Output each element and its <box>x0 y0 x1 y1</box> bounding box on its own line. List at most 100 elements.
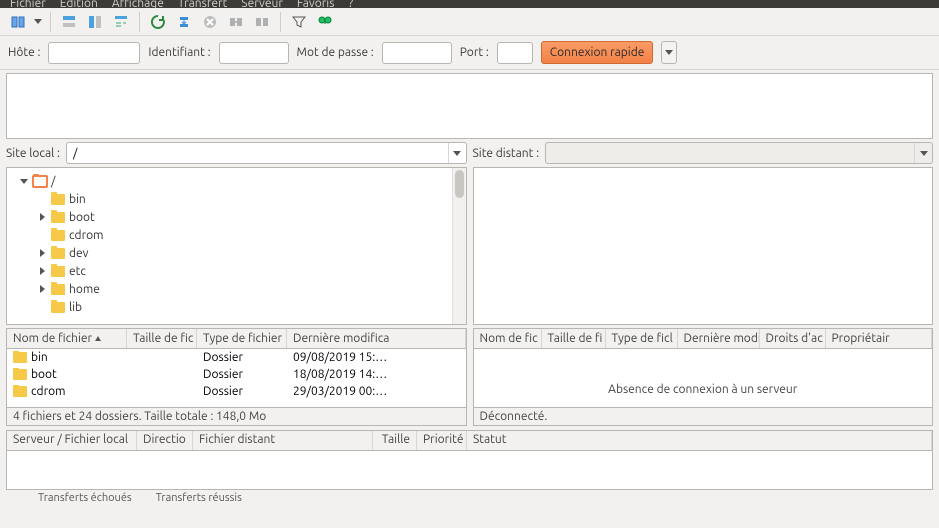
local-list-header[interactable]: Nom de fichier Taille de fic Type de fic… <box>6 328 467 348</box>
tree-item[interactable]: boot <box>13 208 460 226</box>
tree-panes: / binbootcdromdev etc home lib <box>6 167 933 325</box>
menu-item[interactable]: Favoris <box>297 0 335 8</box>
quickconnect-history-dropdown[interactable] <box>661 41 677 64</box>
col-type[interactable]: Type de fichier <box>197 329 287 348</box>
list-row[interactable]: binDossier09/08/2019 15:… <box>7 349 466 366</box>
col-name[interactable]: Nom de fichier <box>7 329 127 348</box>
tree-item[interactable]: home <box>13 280 460 298</box>
remote-path-combo <box>545 142 933 164</box>
list-row[interactable]: bootDossier18/08/2019 14:… <box>7 366 466 383</box>
local-path-dropdown[interactable] <box>448 143 466 163</box>
folder-icon <box>51 302 65 313</box>
cell-date: 18/08/2019 14:… <box>287 368 466 381</box>
queue-tab-failed[interactable]: Transferts échoués <box>30 492 140 506</box>
expand-icon[interactable] <box>37 302 47 312</box>
tree-item[interactable]: lib <box>13 298 460 316</box>
scrollbar[interactable] <box>452 168 466 324</box>
queue-body[interactable] <box>6 450 933 490</box>
queue-col-size[interactable]: Taille <box>373 431 417 450</box>
expand-icon[interactable] <box>37 266 47 276</box>
host-input[interactable] <box>48 42 140 64</box>
col-size[interactable]: Taille de fic <box>127 329 197 348</box>
local-site-label: Site local : <box>6 147 60 160</box>
expand-icon[interactable] <box>37 194 47 204</box>
site-manager-button[interactable] <box>6 10 30 34</box>
expand-icon[interactable] <box>37 284 47 294</box>
tree-item-label: / <box>51 175 55 188</box>
local-tree-pane[interactable]: / binbootcdromdev etc home lib <box>6 167 467 325</box>
remote-tree-pane[interactable] <box>473 167 934 325</box>
tree-item[interactable]: etc <box>13 262 460 280</box>
expand-icon[interactable] <box>37 230 47 240</box>
user-label: Identifiant : <box>148 46 210 59</box>
queue-tab-queued[interactable] <box>6 492 22 506</box>
col-type[interactable]: Type de ficl <box>606 329 678 348</box>
tree-item[interactable]: bin <box>13 190 460 208</box>
menu-item[interactable]: Serveur <box>241 0 283 8</box>
user-input[interactable] <box>219 42 289 64</box>
menu-item[interactable]: Fichier <box>10 0 46 8</box>
remote-list-header[interactable]: Nom de fic Taille de fi Type de ficl Der… <box>473 328 934 348</box>
site-manager-dropdown[interactable] <box>32 10 44 34</box>
disconnect-button[interactable] <box>224 10 248 34</box>
col-name[interactable]: Nom de fic <box>474 329 542 348</box>
host-label: Hôte : <box>8 46 40 59</box>
port-input[interactable] <box>497 42 533 64</box>
queue-tab-ok[interactable]: Transferts réussis <box>148 492 250 506</box>
menu-item[interactable]: Édition <box>60 0 98 8</box>
refresh-button[interactable] <box>146 10 170 34</box>
remote-site-label: Site distant : <box>473 147 540 160</box>
folder-icon <box>13 369 27 380</box>
queue-col-local[interactable]: Serveur / Fichier local <box>7 431 137 450</box>
local-path-combo[interactable] <box>66 142 467 164</box>
local-list-body[interactable]: binDossier09/08/2019 15:…bootDossier18/0… <box>6 348 467 408</box>
expand-icon[interactable] <box>37 248 47 258</box>
process-queue-button[interactable] <box>172 10 196 34</box>
scrollbar-thumb[interactable] <box>455 170 464 198</box>
local-path-input[interactable] <box>67 143 448 163</box>
local-file-list: Nom de fichier Taille de fic Type de fic… <box>6 328 467 426</box>
remote-list-body[interactable]: Absence de connexion à un serveur <box>473 348 934 408</box>
tree-item-label: etc <box>69 265 86 278</box>
remote-path-input <box>546 143 914 163</box>
quickconnect-button[interactable]: Connexion rapide <box>541 41 654 64</box>
cancel-button[interactable] <box>198 10 222 34</box>
expand-icon[interactable] <box>37 212 47 222</box>
menu-item[interactable]: Affichage <box>112 0 164 8</box>
site-path-row: Site local : Site distant : <box>6 142 933 164</box>
tree-item-label: home <box>69 283 100 296</box>
message-log[interactable] <box>6 73 933 139</box>
folder-icon <box>13 352 27 363</box>
tree-item[interactable]: cdrom <box>13 226 460 244</box>
cell-date: 29/03/2019 00:… <box>287 385 466 398</box>
queue-col-status[interactable]: Statut <box>467 431 932 450</box>
quickconnect-bar: Hôte : Identifiant : Mot de passe : Port… <box>0 36 939 70</box>
menu-item[interactable]: ? <box>348 0 353 8</box>
remote-list-footer: Déconnecté. <box>473 408 934 426</box>
queue-tabs: Transferts échoués Transferts réussis <box>6 490 933 506</box>
scrollbar[interactable] <box>7 400 466 408</box>
menu-item[interactable]: Transfert <box>178 0 227 8</box>
list-row[interactable]: cdromDossier29/03/2019 00:… <box>7 383 466 400</box>
col-date[interactable]: Dernière modi <box>678 329 760 348</box>
queue-col-priority[interactable]: Priorité <box>417 431 467 450</box>
toggle-queue-button[interactable] <box>109 10 133 34</box>
filter-button[interactable] <box>287 10 311 34</box>
scrollbar-thumb[interactable] <box>7 400 466 408</box>
col-size[interactable]: Taille de fi <box>542 329 606 348</box>
toggle-log-button[interactable] <box>57 10 81 34</box>
col-perms[interactable]: Droits d'ac <box>760 329 826 348</box>
queue-col-dir[interactable]: Directio <box>137 431 193 450</box>
password-input[interactable] <box>382 42 452 64</box>
tree-item[interactable]: / <box>13 172 460 190</box>
col-date[interactable]: Dernière modifica <box>287 329 466 348</box>
port-label: Port : <box>460 46 489 59</box>
tree-item[interactable]: dev <box>13 244 460 262</box>
toggle-tree-button[interactable] <box>83 10 107 34</box>
queue-col-remote[interactable]: Fichier distant <box>193 431 373 450</box>
queue-header[interactable]: Serveur / Fichier local Directio Fichier… <box>6 430 933 450</box>
expand-icon[interactable] <box>19 176 29 186</box>
col-owner[interactable]: Propriétair <box>826 329 933 348</box>
search-button[interactable] <box>313 10 337 34</box>
reconnect-button[interactable] <box>250 10 274 34</box>
